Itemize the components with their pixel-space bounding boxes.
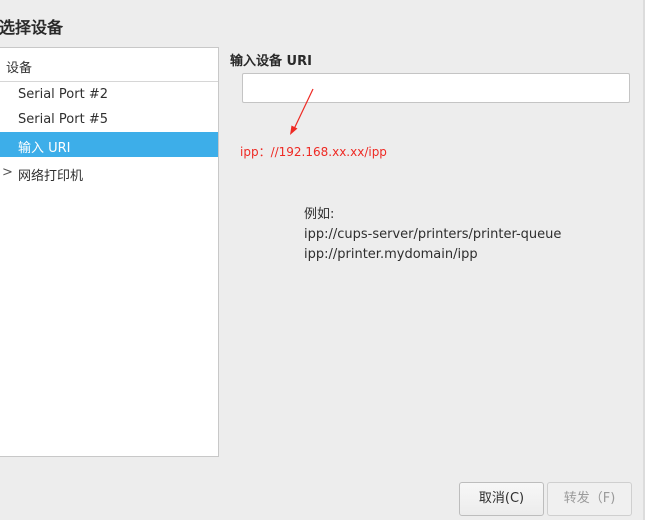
device-list-panel: 设备 Serial Port #2 Serial Port #5 输入 URI … (0, 47, 219, 457)
cancel-button[interactable]: 取消(C) (459, 482, 544, 516)
example-line: ipp://printer.mydomain/ipp (304, 247, 478, 262)
forward-button[interactable]: 转发（F) (547, 482, 632, 516)
device-item-label: Serial Port #5 (18, 112, 108, 127)
device-item-serial-port-2[interactable]: Serial Port #2 (0, 82, 218, 107)
device-item-enter-uri[interactable]: 输入 URI (0, 132, 218, 157)
example-heading: 例如: (304, 207, 335, 222)
device-list-header-label: 设备 (6, 61, 33, 76)
device-item-label: 输入 URI (18, 141, 71, 156)
select-device-dialog: 选择设备 设备 Serial Port #2 Serial Port #5 输入… (0, 0, 645, 520)
example-line: ipp://cups-server/printers/printer-queue (304, 227, 562, 242)
device-item-network-printer[interactable]: > 网络打印机 (0, 160, 218, 185)
device-item-label: Serial Port #2 (18, 87, 108, 102)
device-list-header[interactable]: 设备 (0, 48, 218, 82)
device-item-serial-port-5[interactable]: Serial Port #5 (0, 107, 218, 132)
dialog-title: 选择设备 (0, 18, 64, 37)
uri-field-label: 输入设备 URI (230, 54, 312, 69)
chevron-right-icon[interactable]: > (2, 165, 13, 180)
device-item-label: 网络打印机 (18, 169, 84, 184)
annotation-uri-hint: ipp：//192.168.xx.xx/ipp (240, 145, 387, 159)
uri-example-block: 例如: ipp://cups-server/printers/printer-q… (304, 205, 561, 265)
red-arrow-icon (290, 88, 314, 135)
